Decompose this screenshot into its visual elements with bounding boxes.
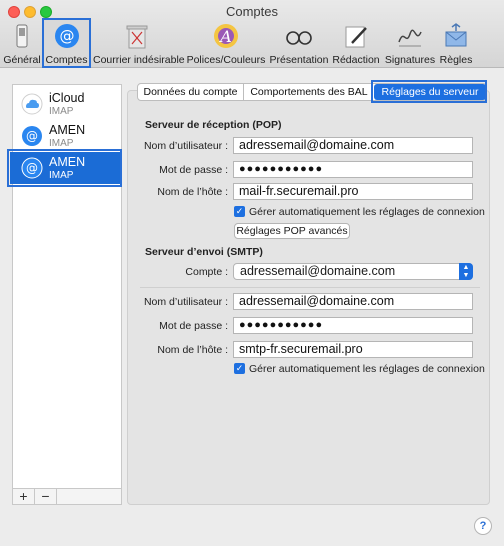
toolbar-junk[interactable]: Courrier indésirable xyxy=(93,20,185,66)
incoming-username-field[interactable]: adressemail@domaine.com xyxy=(233,137,473,154)
outgoing-account-select[interactable]: adressemail@domaine.com ▲ ▼ xyxy=(233,263,473,280)
toolbar-signatures[interactable]: Signatures xyxy=(383,20,437,66)
outgoing-host-label: Nom de l’hôte : xyxy=(157,344,228,356)
outgoing-username-label: Nom d’utilisateur : xyxy=(143,296,228,308)
outgoing-password-label: Mot de passe : xyxy=(159,320,228,332)
tab-highlight xyxy=(371,80,487,103)
outgoing-username-field[interactable]: adressemail@domaine.com xyxy=(233,293,473,310)
tab-account-info[interactable]: Données du compte xyxy=(138,84,244,100)
cloud-icon xyxy=(21,93,43,115)
switch-icon xyxy=(16,24,28,48)
account-item-icloud[interactable]: iCloud IMAP xyxy=(13,88,121,120)
incoming-server-title: Serveur de réception (POP) xyxy=(145,119,282,131)
toolbar-fonts[interactable]: A Polices/Couleurs xyxy=(184,20,268,66)
help-button[interactable]: ? xyxy=(474,517,492,535)
outgoing-account-label: Compte : xyxy=(185,266,228,278)
add-account-button[interactable]: + xyxy=(13,489,35,504)
incoming-password-field[interactable]: ●●●●●●●●●●● xyxy=(233,161,473,178)
glasses-icon xyxy=(286,31,312,45)
rules-envelope-icon xyxy=(445,23,467,47)
trash-icon xyxy=(126,25,148,49)
toolbar: Comptes Général @ Comptes Courrier indés… xyxy=(0,0,504,68)
svg-text:@: @ xyxy=(26,129,38,143)
incoming-username-label: Nom d’utilisateur : xyxy=(143,140,228,152)
pen-icon xyxy=(345,26,367,48)
divider xyxy=(140,287,480,288)
incoming-auto-label: Gérer automatiquement les réglages de co… xyxy=(249,206,485,218)
pop-advanced-button[interactable]: Réglages POP avancés xyxy=(234,223,350,239)
incoming-host-field[interactable]: mail-fr.securemail.pro xyxy=(233,183,473,200)
updown-chevron-icon: ▲ ▼ xyxy=(459,263,473,280)
selection-highlight xyxy=(7,149,122,187)
accounts-list: iCloud IMAP @ AMEN IMAP @ AMEN IMAP xyxy=(10,84,122,505)
at-sign-icon: @ xyxy=(54,24,79,48)
account-item-amen[interactable]: @ AMEN IMAP xyxy=(13,120,121,152)
at-sign-icon: @ xyxy=(22,126,42,146)
outgoing-auto-checkbox[interactable]: ✓ xyxy=(234,363,245,374)
incoming-password-label: Mot de passe : xyxy=(159,164,228,176)
outgoing-server-title: Serveur d’envoi (SMTP) xyxy=(145,246,263,258)
svg-text:A: A xyxy=(218,27,232,46)
toolbar-general[interactable]: Général xyxy=(2,20,42,66)
svg-text:@: @ xyxy=(59,27,74,45)
preferences-window: Comptes Général @ Comptes Courrier indés… xyxy=(0,0,504,546)
toolbar-viewing[interactable]: Présentation xyxy=(268,20,330,66)
toolbar-composing[interactable]: Rédaction xyxy=(331,20,381,66)
outgoing-auto-label: Gérer automatiquement les réglages de co… xyxy=(249,363,485,375)
signature-icon xyxy=(398,29,422,47)
remove-account-button[interactable]: − xyxy=(35,489,57,504)
window-title: Comptes xyxy=(225,4,279,19)
tab-mailbox-behaviors[interactable]: Comportements des BAL xyxy=(245,84,373,100)
outgoing-password-field[interactable]: ●●●●●●●●●●● xyxy=(233,317,473,334)
outgoing-account-value: adressemail@domaine.com xyxy=(240,264,396,278)
toolbar-rules[interactable]: Règles xyxy=(438,20,474,66)
incoming-host-label: Nom de l’hôte : xyxy=(157,186,228,198)
outgoing-host-field[interactable]: smtp-fr.securemail.pro xyxy=(233,341,473,358)
sidebar-controls: + − xyxy=(12,488,122,505)
incoming-auto-checkbox[interactable]: ✓ xyxy=(234,206,245,217)
font-colors-icon: A xyxy=(214,24,238,48)
toolbar-accounts[interactable]: @ Comptes xyxy=(42,18,91,68)
